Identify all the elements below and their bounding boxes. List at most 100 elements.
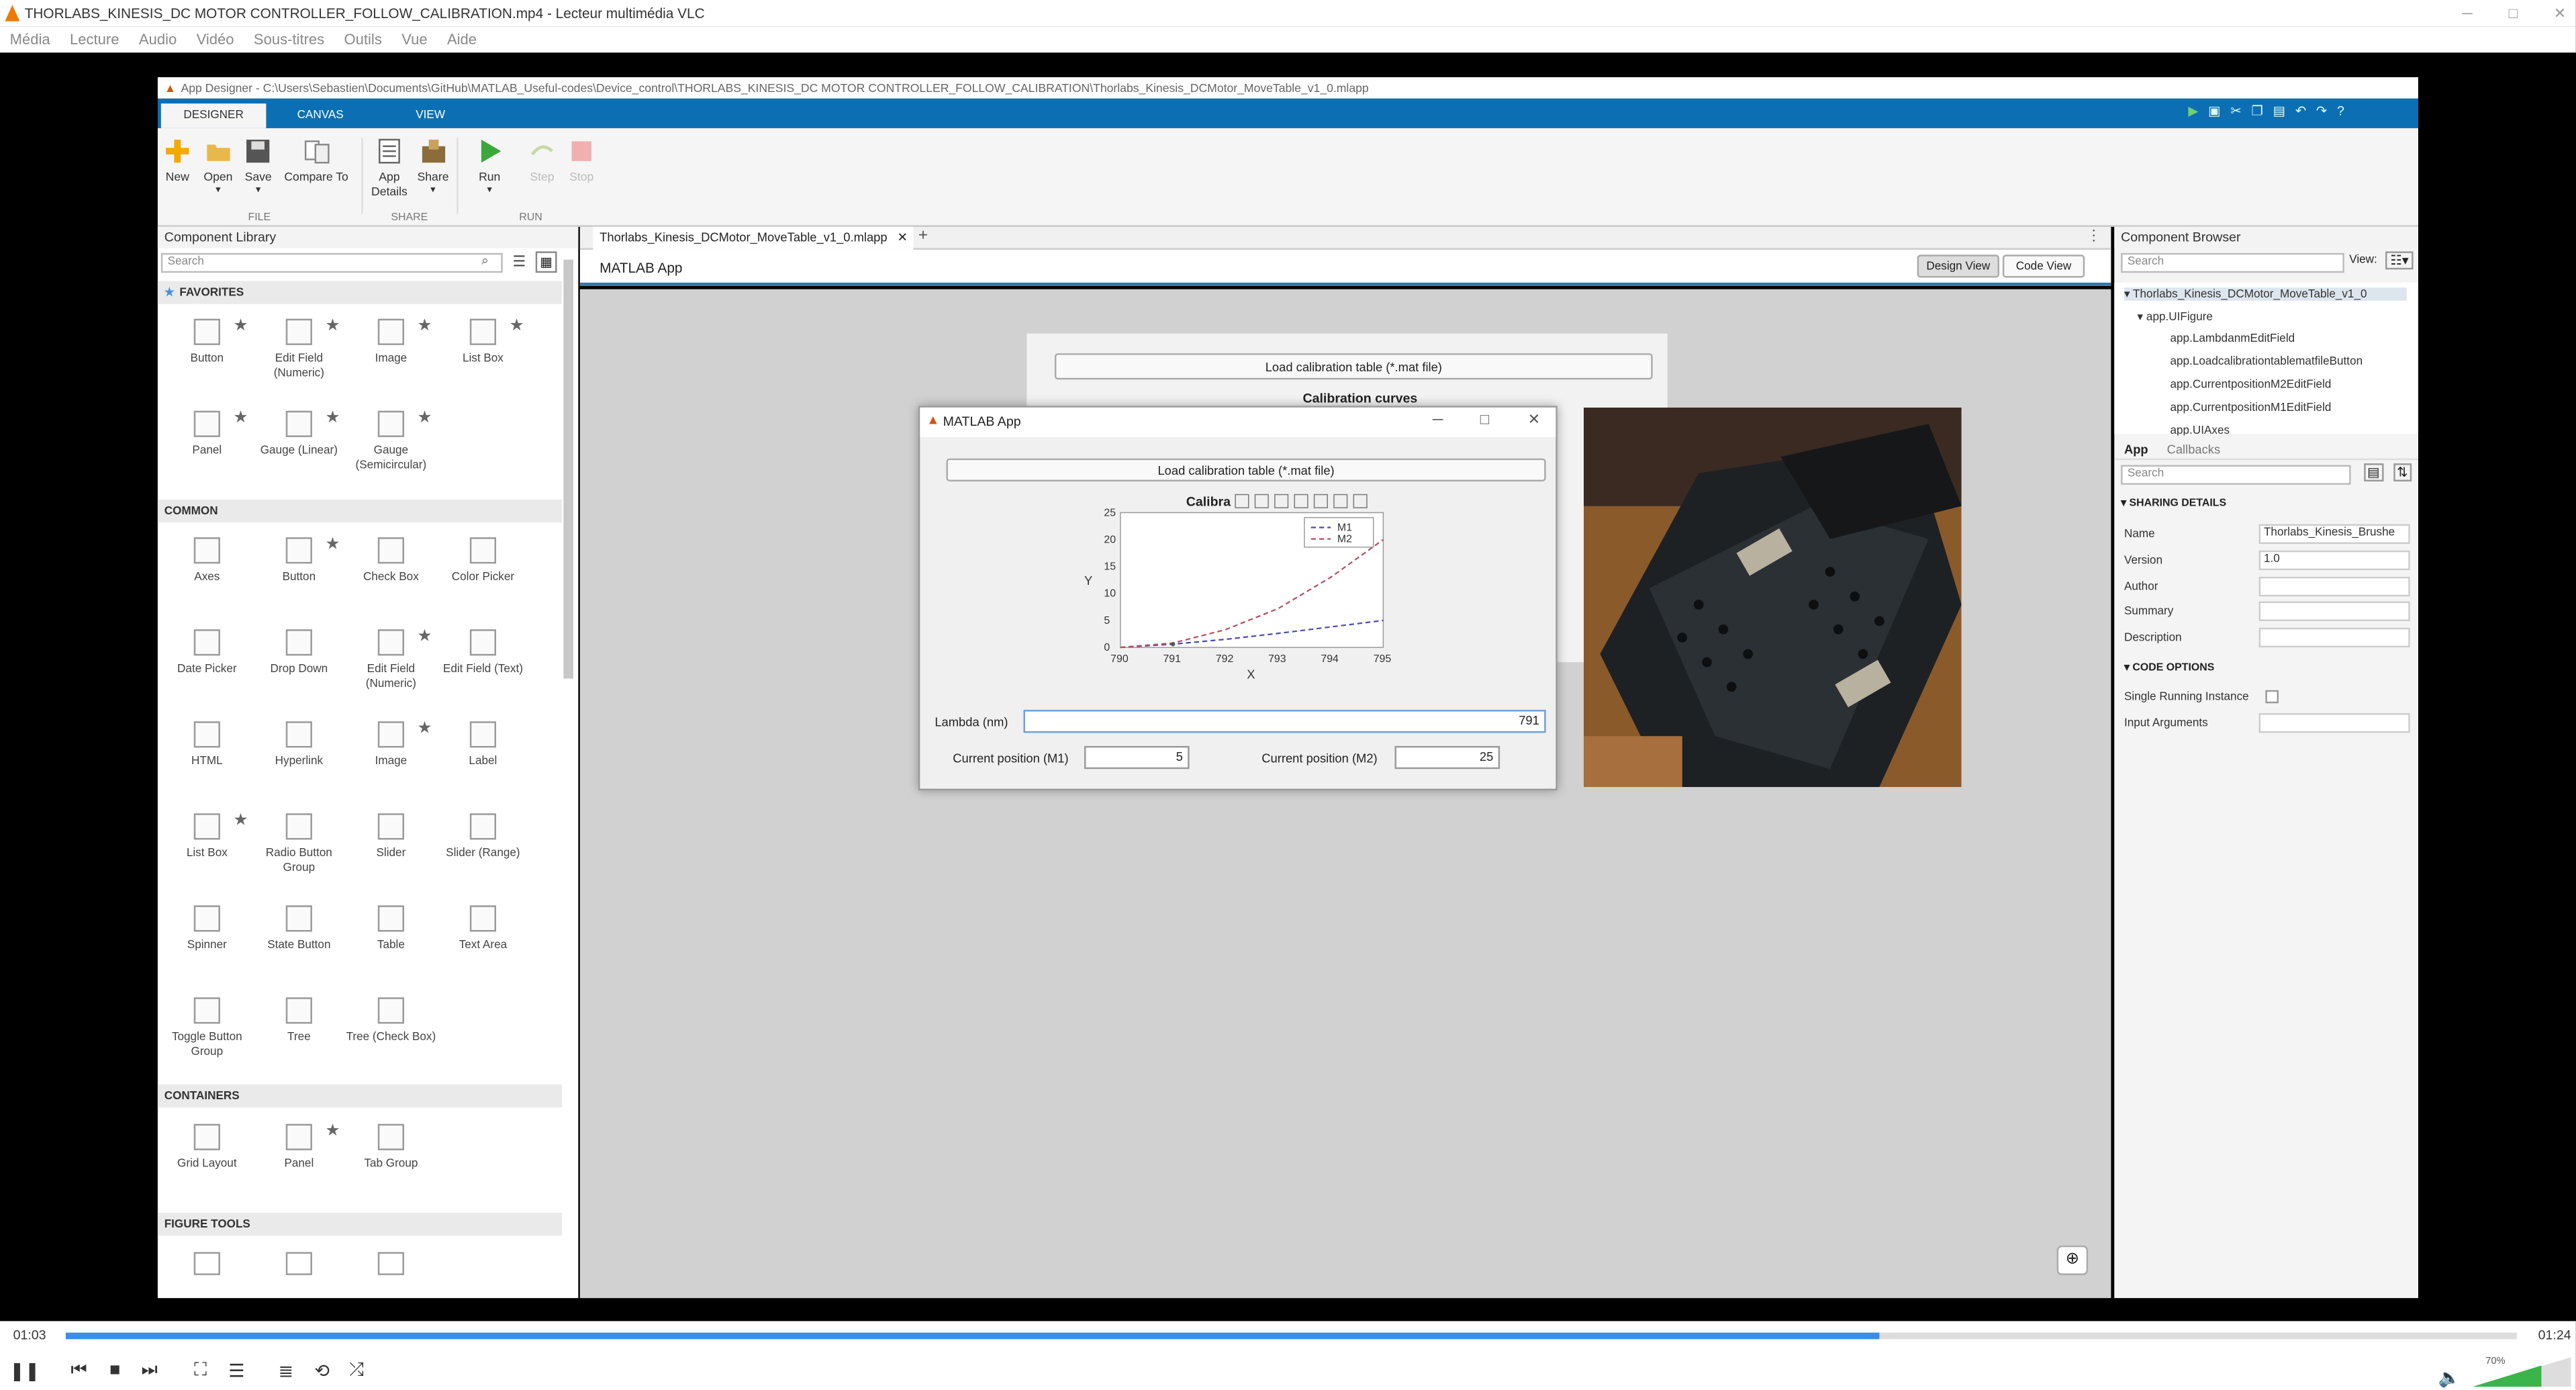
close-icon[interactable]: ✕ bbox=[2554, 0, 2566, 26]
close-tab-icon[interactable]: ✕ bbox=[898, 230, 908, 245]
comp-drop-down[interactable]: Drop Down bbox=[253, 629, 345, 677]
tree-load-button[interactable]: app.LoadcalibrationtablematfileButton bbox=[2170, 357, 2363, 368]
m1-position-field[interactable]: 5 bbox=[1084, 745, 1190, 770]
document-tab[interactable]: Thorlabs_Kinesis_DCMotor_MoveTable_v1_0.… bbox=[593, 226, 914, 250]
load-calibration-button[interactable]: Load calibration table (*.mat file) bbox=[946, 458, 1546, 481]
volume-slider[interactable]: 70% bbox=[2472, 1357, 2571, 1387]
menu-outils[interactable]: Outils bbox=[344, 31, 382, 47]
volume-icon[interactable]: 🔈 bbox=[2436, 1364, 2463, 1390]
favorite-star-icon[interactable]: ★ bbox=[233, 409, 248, 427]
figure-tool-icon[interactable] bbox=[377, 1252, 404, 1275]
comp-axes[interactable]: Axes bbox=[161, 537, 253, 585]
run-icon[interactable]: ▶ bbox=[2188, 103, 2198, 118]
comp-toggle-button-group[interactable]: Toggle Button Group bbox=[161, 997, 253, 1060]
calibration-axes[interactable]: Calibra 790 791 792 793 794 795 0 5 10 15 20 25 X Y M1 M… bbox=[1068, 490, 1413, 687]
comp-slider-range[interactable]: Slider (Range) bbox=[437, 813, 529, 861]
paste-icon[interactable]: ▤ bbox=[2273, 103, 2286, 118]
comp-slider[interactable]: Slider bbox=[345, 813, 437, 861]
zoom-in-icon[interactable] bbox=[1313, 494, 1328, 508]
tab-designer[interactable]: DESIGNER bbox=[160, 103, 267, 128]
copy-icon[interactable]: ❐ bbox=[2251, 103, 2263, 118]
datatip-icon[interactable] bbox=[1274, 494, 1289, 508]
tree-uiaxes[interactable]: app.UIAxes bbox=[2170, 426, 2230, 436]
undo-icon[interactable]: ↶ bbox=[2295, 103, 2306, 118]
open-button[interactable]: Open ▾ bbox=[203, 138, 232, 195]
tree-m1-field[interactable]: app.CurrentpositionM1EditField bbox=[2170, 403, 2331, 414]
minimize-icon[interactable]: ─ bbox=[1433, 411, 1443, 427]
grid-view-icon[interactable]: ▦ bbox=[535, 251, 557, 273]
favorite-star-icon[interactable]: ★ bbox=[418, 409, 432, 427]
run-button[interactable]: Run ▾ bbox=[477, 138, 503, 195]
maximize-icon[interactable]: □ bbox=[1480, 411, 1489, 427]
shuffle-icon[interactable]: ⤮ bbox=[343, 1357, 369, 1383]
comp-state-button[interactable]: State Button bbox=[253, 905, 345, 953]
favorite-star-icon[interactable]: ★ bbox=[326, 1122, 340, 1140]
comp-html[interactable]: HTML bbox=[161, 721, 253, 769]
single-running-checkbox[interactable] bbox=[2265, 690, 2279, 704]
tree-root[interactable]: ▾ Thorlabs_Kinesis_DCMotor_MoveTable_v1_… bbox=[2124, 287, 2407, 301]
menu-vue[interactable]: Vue bbox=[401, 31, 427, 47]
favorite-star-icon[interactable]: ★ bbox=[326, 317, 340, 335]
comp-spinner[interactable]: Spinner bbox=[161, 905, 253, 953]
save-icon[interactable]: ▣ bbox=[2208, 103, 2221, 118]
add-tab-icon[interactable]: + bbox=[918, 227, 928, 245]
menu-lecture[interactable]: Lecture bbox=[70, 31, 119, 47]
stop-button[interactable]: Stop bbox=[569, 138, 595, 184]
comp-table[interactable]: Table bbox=[345, 905, 437, 953]
loop-icon[interactable]: ⟲ bbox=[309, 1357, 335, 1383]
favorite-star-icon[interactable]: ★ bbox=[233, 812, 248, 830]
menu-media[interactable]: Média bbox=[10, 31, 50, 47]
view-dropdown[interactable]: ☷▾ bbox=[2385, 251, 2414, 270]
favorite-star-icon[interactable]: ★ bbox=[233, 317, 248, 335]
library-search-input[interactable]: Search bbox=[160, 252, 503, 273]
figure-tool-icon[interactable] bbox=[193, 1252, 220, 1275]
close-icon[interactable]: ✕ bbox=[1528, 411, 1540, 429]
code-view-button[interactable]: Code View bbox=[2002, 254, 2085, 278]
comp-check-box[interactable]: Check Box bbox=[345, 537, 437, 585]
summary-field[interactable] bbox=[2258, 601, 2410, 621]
containers-section[interactable]: CONTAINERS bbox=[157, 1084, 562, 1108]
tab-view[interactable]: VIEW bbox=[387, 103, 473, 128]
previous-icon[interactable]: ⏮ bbox=[66, 1357, 92, 1383]
favorite-star-icon[interactable]: ★ bbox=[418, 317, 432, 335]
tab-canvas[interactable]: CANVAS bbox=[273, 103, 368, 128]
comp-color-picker[interactable]: Color Picker bbox=[437, 537, 529, 585]
tree-m2-field[interactable]: app.CurrentpositionM2EditField bbox=[2170, 379, 2331, 391]
design-view-button[interactable]: Design View bbox=[1917, 254, 1999, 278]
pan-icon[interactable] bbox=[1235, 494, 1249, 508]
stop-icon[interactable]: ■ bbox=[102, 1357, 128, 1383]
author-field[interactable] bbox=[2258, 576, 2410, 597]
hand-icon[interactable] bbox=[1294, 494, 1308, 508]
seek-bar[interactable] bbox=[65, 1332, 2517, 1340]
pause-icon[interactable]: ❚❚ bbox=[9, 1357, 40, 1383]
categorized-view-icon[interactable]: ▤ bbox=[2364, 463, 2383, 481]
input-args-field[interactable] bbox=[2258, 712, 2410, 733]
lambda-input[interactable]: 791 bbox=[1023, 710, 1546, 733]
new-button[interactable]: New bbox=[164, 138, 191, 184]
home-icon[interactable] bbox=[1353, 494, 1368, 508]
next-icon[interactable]: ⏭ bbox=[136, 1357, 162, 1383]
favorite-star-icon[interactable]: ★ bbox=[510, 317, 524, 335]
help-icon[interactable]: ? bbox=[2337, 103, 2344, 118]
favorite-star-icon[interactable]: ★ bbox=[326, 409, 340, 427]
browser-search-input[interactable]: Search bbox=[2121, 252, 2344, 273]
comp-date-picker[interactable]: Date Picker bbox=[161, 629, 253, 677]
cut-icon[interactable]: ✂ bbox=[2230, 103, 2241, 118]
comp-label[interactable]: Label bbox=[437, 721, 529, 769]
brush-icon[interactable] bbox=[1254, 494, 1269, 508]
m2-position-field[interactable]: 25 bbox=[1394, 745, 1500, 770]
design-load-button[interactable]: Load calibration table (*.mat file) bbox=[1054, 353, 1653, 380]
tree-uifigure[interactable]: ▾ app.UIFigure bbox=[2138, 310, 2213, 324]
favorite-star-icon[interactable]: ★ bbox=[326, 536, 340, 554]
favorite-star-icon[interactable]: ★ bbox=[418, 628, 432, 646]
fullscreen-icon[interactable]: ⛶ bbox=[187, 1357, 213, 1383]
sharing-details-section[interactable]: ▾ SHARING DETAILS bbox=[2121, 496, 2226, 509]
tab-callbacks[interactable]: Callbacks bbox=[2167, 442, 2221, 457]
favorite-star-icon[interactable]: ★ bbox=[418, 720, 432, 738]
description-field[interactable] bbox=[2258, 627, 2410, 648]
comp-radio-button-group[interactable]: Radio Button Group bbox=[253, 813, 345, 876]
comp-tab-group[interactable]: Tab Group bbox=[345, 1123, 437, 1172]
list-view-icon[interactable]: ☰ bbox=[512, 253, 526, 271]
tab-app[interactable]: App bbox=[2124, 442, 2148, 457]
zoom-in-icon[interactable]: ⊕ bbox=[2056, 1245, 2089, 1275]
